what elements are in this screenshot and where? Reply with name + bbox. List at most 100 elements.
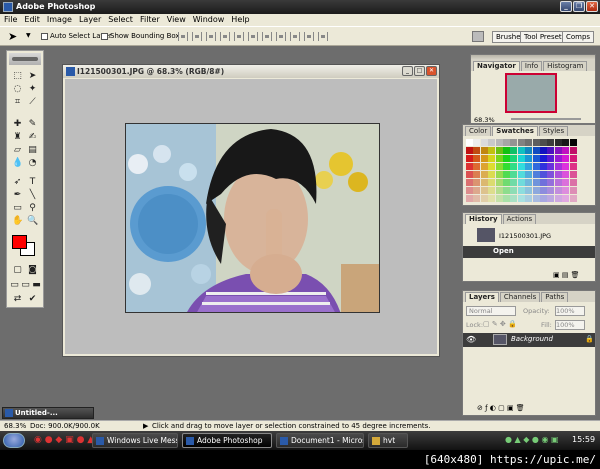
color-swatch[interactable]: [466, 147, 473, 154]
color-swatch[interactable]: [547, 163, 555, 170]
color-swatch[interactable]: [562, 147, 570, 154]
menu-view[interactable]: View: [167, 14, 186, 26]
align-top-icon[interactable]: [178, 32, 188, 41]
menu-layer[interactable]: Layer: [79, 14, 101, 26]
move-tool-icon[interactable]: ➤: [27, 71, 38, 82]
color-swatch[interactable]: [466, 139, 473, 146]
color-swatch[interactable]: [547, 179, 555, 186]
color-swatch[interactable]: [554, 179, 562, 186]
color-swatch[interactable]: [562, 163, 570, 170]
doc-close-button[interactable]: ✕: [426, 66, 437, 76]
color-swatch[interactable]: [510, 195, 518, 202]
maximize-button[interactable]: ❐: [573, 1, 585, 12]
color-swatch[interactable]: [562, 171, 570, 178]
color-swatch[interactable]: [554, 163, 562, 170]
menu-window[interactable]: Window: [193, 14, 225, 26]
healing-brush-tool-icon[interactable]: ✚: [12, 119, 23, 130]
color-swatch[interactable]: [488, 187, 496, 194]
tab-styles[interactable]: Styles: [538, 126, 569, 136]
color-swatch[interactable]: [473, 163, 481, 170]
standard-mode-icon[interactable]: ▢: [12, 265, 23, 276]
color-swatch[interactable]: [517, 147, 525, 154]
path-selection-tool-icon[interactable]: ➶: [12, 177, 23, 188]
status-arrow-icon[interactable]: ▶: [143, 421, 148, 431]
chevron-down-icon[interactable]: ▼: [26, 32, 31, 39]
color-swatch[interactable]: [540, 155, 547, 162]
color-swatch[interactable]: [503, 179, 510, 186]
color-swatch[interactable]: [495, 179, 503, 186]
align-right-icon[interactable]: [248, 32, 258, 41]
color-swatch[interactable]: [569, 139, 577, 146]
color-swatch[interactable]: [503, 187, 510, 194]
color-swatch[interactable]: [495, 171, 503, 178]
color-swatch[interactable]: [495, 147, 503, 154]
distribute-right-icon[interactable]: [318, 32, 328, 41]
color-swatch[interactable]: [517, 179, 525, 186]
color-swatch[interactable]: [488, 147, 496, 154]
distribute-bottom-icon[interactable]: [290, 32, 300, 41]
color-swatch[interactable]: [510, 147, 518, 154]
menu-filter[interactable]: Filter: [140, 14, 160, 26]
line-tool-icon[interactable]: ╲: [27, 190, 38, 201]
type-tool-icon[interactable]: T: [27, 177, 38, 188]
swatch-grid[interactable]: [466, 139, 578, 203]
history-state-open[interactable]: Open: [463, 246, 595, 258]
opacity-field[interactable]: 100%: [555, 306, 585, 316]
color-swatch[interactable]: [540, 179, 547, 186]
color-swatch[interactable]: [562, 187, 570, 194]
distribute-left-icon[interactable]: [304, 32, 314, 41]
menu-edit[interactable]: Edit: [24, 14, 40, 26]
brush-tool-icon[interactable]: ✎: [27, 119, 38, 130]
color-swatch[interactable]: [547, 139, 555, 146]
color-swatch[interactable]: [525, 139, 533, 146]
slice-tool-icon[interactable]: ⟋: [27, 97, 38, 108]
document-title-bar[interactable]: I121500301.JPG @ 68.3% (RGB/8#) _ □ ✕: [63, 65, 439, 78]
color-swatch[interactable]: [510, 171, 518, 178]
taskbar-item-photoshop[interactable]: Adobe Photoshop: [182, 433, 272, 448]
layer-footer-icons[interactable]: ⊘ ƒ ◐ ▢ ▣ 🗑: [477, 404, 525, 412]
color-swatch[interactable]: [532, 187, 540, 194]
color-swatch[interactable]: [495, 155, 503, 162]
color-swatch[interactable]: [517, 139, 525, 146]
color-swatch[interactable]: [495, 139, 503, 146]
color-swatch[interactable]: [517, 187, 525, 194]
navigator-zoom[interactable]: 68.3%: [474, 116, 495, 124]
distribute-top-icon[interactable]: [262, 32, 272, 41]
color-swatch[interactable]: [466, 179, 473, 186]
color-swatch[interactable]: [503, 163, 510, 170]
color-swatch[interactable]: [480, 163, 488, 170]
color-swatch[interactable]: [495, 195, 503, 202]
history-footer-icons[interactable]: ▣ ▤ 🗑: [553, 271, 580, 279]
menu-help[interactable]: Help: [231, 14, 249, 26]
screen-mode-standard-icon[interactable]: ▭: [9, 280, 20, 291]
color-swatch[interactable]: [540, 171, 547, 178]
color-swatch[interactable]: [503, 171, 510, 178]
color-swatch[interactable]: [503, 155, 510, 162]
color-swatch[interactable]: [525, 147, 533, 154]
edit-in-imageready-icon[interactable]: ✔: [27, 294, 38, 305]
tab-swatches[interactable]: Swatches: [492, 126, 538, 136]
color-swatch[interactable]: [525, 187, 533, 194]
color-swatch[interactable]: [532, 155, 540, 162]
menu-select[interactable]: Select: [108, 14, 133, 26]
clock[interactable]: 15:59: [572, 435, 595, 444]
color-swatch[interactable]: [540, 139, 547, 146]
history-brush-tool-icon[interactable]: ✍: [27, 132, 38, 143]
color-swatch[interactable]: [547, 147, 555, 154]
align-vcenter-icon[interactable]: [192, 32, 202, 41]
color-swatch[interactable]: [473, 147, 481, 154]
color-swatch[interactable]: [466, 163, 473, 170]
color-swatch[interactable]: [473, 179, 481, 186]
align-bottom-icon[interactable]: [206, 32, 216, 41]
color-swatch[interactable]: [569, 195, 577, 202]
tab-info[interactable]: Info: [520, 61, 543, 71]
color-swatch[interactable]: [532, 195, 540, 202]
color-swatch[interactable]: [525, 163, 533, 170]
color-swatch[interactable]: [510, 163, 518, 170]
tab-navigator[interactable]: Navigator: [473, 61, 520, 71]
tab-actions[interactable]: Actions: [502, 214, 537, 224]
minimized-document[interactable]: Untitled-...: [2, 407, 94, 419]
color-swatch[interactable]: [554, 187, 562, 194]
color-swatch[interactable]: [517, 171, 525, 178]
marquee-tool-icon[interactable]: ⬚: [12, 71, 23, 82]
